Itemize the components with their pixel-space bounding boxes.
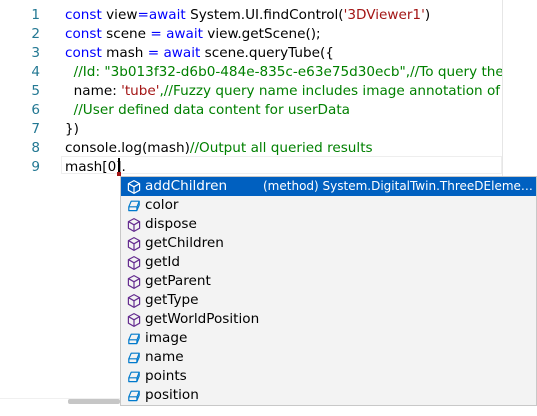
suggest-item-addchildren[interactable]: addChildren (method) System.DigitalTwin.T… [121, 177, 536, 196]
suggest-item-label: image [145, 330, 188, 346]
line-number: 4 [31, 64, 40, 80]
suggest-item-color[interactable]: color [121, 196, 536, 215]
code-token: view [106, 7, 138, 23]
code-text[interactable]: }) [65, 120, 79, 139]
property-field-icon [126, 369, 142, 385]
line-number: 6 [31, 102, 40, 118]
code-line[interactable]: 1 const view=await System.UI.findControl(… [0, 6, 502, 25]
code-line[interactable]: 5 name: 'tube',//Fuzzy query name includ… [0, 82, 502, 101]
method-cube-icon [126, 293, 142, 309]
suggest-item-label: getParent [145, 273, 211, 289]
suggest-item-image[interactable]: image [121, 329, 536, 348]
code-line[interactable]: 6 //User defined data content for userDa… [0, 101, 502, 120]
suggest-item-label: name [145, 349, 184, 365]
property-field-icon [126, 331, 142, 347]
code-token: = await [147, 45, 205, 61]
code-token: = await [150, 26, 208, 42]
code-text[interactable]: const scene = await view.getScene(); [65, 25, 321, 44]
line-number: 7 [31, 121, 40, 137]
suggest-item-position[interactable]: position [121, 386, 536, 405]
suggest-item-getchildren[interactable]: getChildren [121, 234, 536, 253]
method-cube-icon [126, 179, 142, 195]
property-field-icon [126, 388, 142, 404]
code-line[interactable]: 4 //Id: "3b013f32-d6b0-484e-835c-e63e75d… [0, 63, 502, 82]
method-cube-icon [126, 255, 142, 271]
code-text[interactable]: const mash = await scene.queryTube({ [65, 44, 334, 63]
property-field-icon [126, 350, 142, 366]
code-token: //Id: "3b013f32-d6b0-484e-835c-e63e75d30… [65, 64, 502, 80]
code-token: view.getScene(); [207, 26, 321, 42]
property-field-icon [126, 198, 142, 214]
suggest-item-label: getType [145, 292, 199, 308]
code-token: '3DViewer1' [343, 7, 425, 23]
line-number: 1 [31, 7, 40, 23]
suggest-item-getparent[interactable]: getParent [121, 272, 536, 291]
line-number: 3 [31, 45, 40, 61]
code-token: System.UI.findControl( [190, 7, 344, 23]
code-token: mash [106, 45, 148, 61]
code-line[interactable]: 7}) [0, 120, 502, 139]
code-token: ) [424, 7, 431, 23]
suggest-item-label: position [145, 387, 199, 403]
code-token: const [65, 26, 107, 42]
code-token: console.log(mash) [65, 140, 190, 156]
editor-divider [502, 0, 503, 178]
suggest-item-points[interactable]: points [121, 367, 536, 386]
method-cube-icon [126, 217, 142, 233]
code-token: =await [137, 7, 191, 23]
code-line[interactable]: 2 const scene = await view.getScene(); [0, 25, 502, 44]
suggest-item-dispose[interactable]: dispose [121, 215, 536, 234]
suggest-item-label: getChildren [145, 235, 224, 251]
code-token: ,//Fuzzy query name includes image annot… [159, 83, 502, 99]
method-cube-icon [126, 274, 142, 290]
code-text[interactable]: //Id: "3b013f32-d6b0-484e-835c-e63e75d30… [65, 63, 502, 82]
line-number: 9 [31, 159, 40, 175]
suggest-item-name[interactable]: name [121, 348, 536, 367]
line-number: 2 [31, 26, 40, 42]
suggest-item-gettype[interactable]: getType [121, 291, 536, 310]
suggest-item-getworldposition[interactable]: getWorldPosition [121, 310, 536, 329]
method-cube-icon [126, 236, 142, 252]
suggest-item-label: points [145, 368, 187, 384]
suggest-item-label: getWorldPosition [145, 311, 260, 327]
code-token: name: [65, 83, 122, 99]
code-text[interactable]: //User defined data content for userData [65, 101, 350, 120]
suggest-item-getid[interactable]: getId [121, 253, 536, 272]
suggest-item-label: addChildren [145, 178, 228, 194]
code-text[interactable]: const view=await System.UI.findControl('… [65, 6, 430, 25]
autocomplete-suggest-widget[interactable]: addChildren (method) System.DigitalTwin.T… [120, 176, 537, 406]
method-cube-icon [126, 312, 142, 328]
code-token: scene.queryTube({ [204, 45, 334, 61]
code-token: const [65, 45, 107, 61]
line-number: 5 [31, 83, 40, 99]
suggest-item-detail: (method) System.DigitalTwin.ThreeDElemen… [263, 179, 533, 193]
code-token: }) [65, 121, 79, 137]
horizontal-scrollbar-thumb[interactable] [68, 399, 120, 404]
code-token: scene [106, 26, 151, 42]
code-token: 'tube' [121, 83, 160, 99]
suggest-item-label: dispose [145, 216, 197, 232]
suggest-item-label: color [145, 197, 179, 213]
code-token: //Output all queried results [189, 140, 373, 156]
line-number: 8 [31, 140, 40, 156]
code-text[interactable]: name: 'tube',//Fuzzy query name includes… [65, 82, 502, 101]
current-line-highlight [61, 156, 502, 174]
suggest-item-label: getId [145, 254, 180, 270]
code-line[interactable]: 3 const mash = await scene.queryTube({ [0, 44, 502, 63]
code-token: //User defined data content for userData [65, 102, 351, 118]
code-token: const [65, 7, 107, 23]
